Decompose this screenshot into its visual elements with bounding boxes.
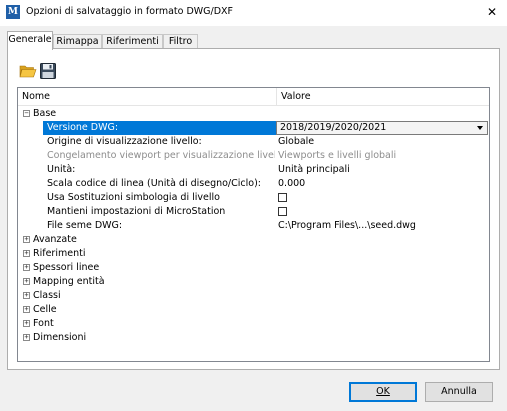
cancel-button[interactable]: Annulla bbox=[425, 382, 493, 402]
tab-riferimenti[interactable]: Riferimenti bbox=[102, 34, 163, 49]
section-label: Riferimenti bbox=[33, 248, 86, 259]
grid-header: Nome Valore bbox=[18, 88, 489, 106]
column-header-value[interactable]: Valore bbox=[277, 88, 489, 105]
section-font[interactable]: + Font bbox=[18, 317, 489, 331]
property-row-unita[interactable]: Unità: Unità principali bbox=[18, 163, 489, 177]
tab-rimappa[interactable]: Rimappa bbox=[53, 34, 102, 49]
usa-sostituzioni-checkbox[interactable] bbox=[278, 193, 287, 202]
cancel-button-label: Annulla bbox=[441, 386, 477, 397]
property-value: Viewports e livelli globali bbox=[278, 150, 397, 161]
section-mapping-entita[interactable]: + Mapping entità bbox=[18, 275, 489, 289]
versione-dwg-dropdown[interactable]: 2018/2019/2020/2021 bbox=[276, 121, 488, 135]
section-celle[interactable]: + Celle bbox=[18, 303, 489, 317]
expand-icon[interactable]: + bbox=[23, 278, 30, 285]
tab-panel-generale: Nome Valore − Base Versione DWG: 2018/20… bbox=[7, 48, 500, 370]
property-value[interactable]: C:\Program Files\...\seed.dwg bbox=[276, 219, 488, 233]
column-header-name[interactable]: Nome bbox=[18, 88, 277, 105]
ok-button[interactable]: OK bbox=[349, 382, 417, 402]
property-row-origine-visualizzazione[interactable]: Origine di visualizzazione livello: Glob… bbox=[18, 135, 489, 149]
property-row-scala-codice-linea[interactable]: Scala codice di linea (Unità di disegno/… bbox=[18, 177, 489, 191]
section-label: Dimensioni bbox=[33, 332, 87, 343]
expand-icon[interactable]: + bbox=[23, 334, 30, 341]
property-value[interactable]: Unità principali bbox=[276, 163, 488, 177]
microstation-icon: M bbox=[6, 5, 20, 19]
mantieni-impostazioni-checkbox[interactable] bbox=[278, 207, 287, 216]
property-name: Unità: bbox=[47, 164, 76, 175]
property-name: Scala codice di linea (Unità di disegno/… bbox=[47, 178, 261, 189]
property-name: File seme DWG: bbox=[47, 220, 123, 231]
property-row-mantieni-impostazioni[interactable]: Mantieni impostazioni di MicroStation bbox=[18, 205, 489, 219]
property-name: Mantieni impostazioni di MicroStation bbox=[47, 206, 226, 217]
close-icon: ✕ bbox=[486, 5, 498, 19]
section-label: Classi bbox=[33, 290, 61, 301]
ok-button-label: OK bbox=[376, 386, 390, 397]
property-row-congelamento-viewport: Congelamento viewport per visualizzazion… bbox=[18, 149, 489, 163]
property-row-usa-sostituzioni[interactable]: Usa Sostituzioni simbologia di livello bbox=[18, 191, 489, 205]
floppy-save-icon[interactable] bbox=[40, 63, 58, 79]
section-dimensioni[interactable]: + Dimensioni bbox=[18, 331, 489, 345]
property-name: Usa Sostituzioni simbologia di livello bbox=[47, 192, 220, 203]
property-row-versione-dwg[interactable]: Versione DWG: 2018/2019/2020/2021 bbox=[18, 121, 489, 135]
section-base[interactable]: − Base bbox=[18, 107, 489, 121]
section-label: Spessori linee bbox=[33, 262, 100, 273]
expand-icon[interactable]: + bbox=[23, 250, 30, 257]
chevron-down-icon[interactable] bbox=[477, 126, 483, 130]
expand-icon[interactable]: + bbox=[23, 292, 30, 299]
section-label: Celle bbox=[33, 304, 57, 315]
property-row-file-seme-dwg[interactable]: File seme DWG: C:\Program Files\...\seed… bbox=[18, 219, 489, 233]
section-label: Base bbox=[33, 108, 57, 119]
expand-icon[interactable]: + bbox=[23, 236, 30, 243]
property-grid[interactable]: Nome Valore − Base Versione DWG: 2018/20… bbox=[17, 87, 490, 362]
property-name: Origine di visualizzazione livello: bbox=[47, 136, 202, 147]
expand-icon[interactable]: + bbox=[23, 320, 30, 327]
section-classi[interactable]: + Classi bbox=[18, 289, 489, 303]
expand-icon[interactable]: + bbox=[23, 306, 30, 313]
collapse-icon[interactable]: − bbox=[23, 110, 30, 117]
property-name: Versione DWG: bbox=[43, 121, 276, 135]
section-spessori-linee[interactable]: + Spessori linee bbox=[18, 261, 489, 275]
section-riferimenti[interactable]: + Riferimenti bbox=[18, 247, 489, 261]
section-label: Font bbox=[33, 318, 54, 329]
tab-filtro[interactable]: Filtro bbox=[163, 34, 198, 49]
expand-icon[interactable]: + bbox=[23, 264, 30, 271]
close-button[interactable]: ✕ bbox=[477, 0, 507, 26]
dropdown-selected-value: 2018/2019/2020/2021 bbox=[280, 122, 387, 133]
property-value[interactable]: 0.000 bbox=[276, 177, 488, 191]
property-name: Congelamento viewport per visualizzazion… bbox=[47, 150, 275, 161]
folder-open-icon[interactable] bbox=[19, 63, 37, 79]
tab-generale[interactable]: Generale bbox=[7, 31, 53, 50]
section-label: Avanzate bbox=[33, 234, 77, 245]
window-title: Opzioni di salvataggio in formato DWG/DX… bbox=[26, 6, 234, 17]
property-value[interactable]: Globale bbox=[276, 135, 488, 149]
title-bar: M Opzioni di salvataggio in formato DWG/… bbox=[0, 0, 507, 26]
section-avanzate[interactable]: + Avanzate bbox=[18, 233, 489, 247]
section-label: Mapping entità bbox=[33, 276, 105, 287]
